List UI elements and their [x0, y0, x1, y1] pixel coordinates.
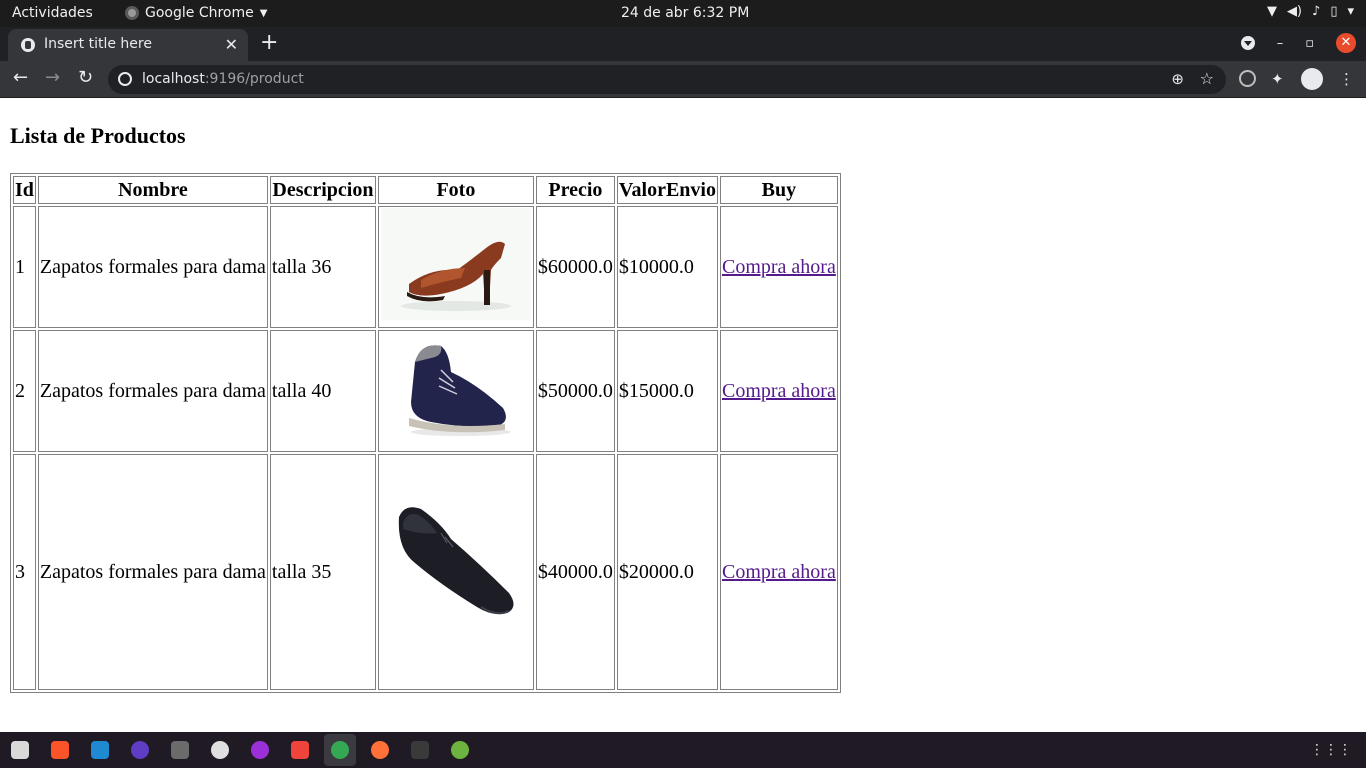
files-icon[interactable] — [11, 741, 29, 759]
products-table: Id Nombre Descripcion Foto Precio ValorE… — [10, 173, 841, 693]
app-menu[interactable]: Google Chrome ▼ — [125, 5, 267, 21]
show-apps-grid-icon[interactable]: ⋮⋮⋮ — [1310, 742, 1352, 758]
zoom-icon[interactable]: ⊕ — [1171, 70, 1184, 88]
system-tray[interactable]: ▼ ◀) ♪ ▯ ▾ — [1267, 4, 1354, 19]
cell-precio: $60000.0 — [535, 206, 615, 328]
clock[interactable]: 24 de abr 6:32 PM — [621, 5, 749, 21]
table-header-row: Id Nombre Descripcion Foto Precio ValorE… — [13, 176, 838, 204]
profile-avatar[interactable] — [1301, 68, 1323, 90]
wifi-icon: ▼ — [1266, 4, 1277, 19]
cell-buy: Compra ahora — [719, 454, 838, 690]
column-header-foto: Foto — [377, 176, 534, 204]
buy-now-link[interactable]: Compra ahora — [722, 561, 836, 583]
column-header-valorenvio: ValorEnvio — [616, 176, 718, 204]
product-photo-black-leather-boot — [380, 489, 532, 655]
page-content: Lista de Productos Id Nombre Descripcion… — [0, 99, 1366, 732]
browser-toolbar: ← → ↻ localhost:9196/product ⊕ ☆ ✦ ⋮ — [0, 61, 1366, 98]
brave-icon[interactable] — [51, 741, 69, 759]
table-row: 2 Zapatos formales para dama talla 40 $5… — [13, 330, 838, 452]
cell-valorenvio: $15000.0 — [616, 330, 718, 452]
column-header-nombre: Nombre — [37, 176, 268, 204]
cell-valorenvio: $10000.0 — [616, 206, 718, 328]
chrome-menu-icon[interactable]: ⋮ — [1339, 70, 1354, 88]
cell-valorenvio: $20000.0 — [616, 454, 718, 690]
extension-icon[interactable] — [1239, 70, 1256, 87]
back-button[interactable]: ← — [13, 68, 28, 88]
eclipse-icon[interactable] — [131, 741, 149, 759]
reload-button[interactable]: ↻ — [78, 68, 93, 88]
minimize-button[interactable]: – — [1277, 36, 1284, 51]
window-controls: – ▫ ✕ — [1240, 33, 1356, 53]
cell-foto — [377, 454, 534, 690]
cell-id: 3 — [13, 454, 36, 690]
cell-descripcion: talla 40 — [269, 330, 376, 452]
slack-icon[interactable] — [211, 741, 229, 759]
column-header-descripcion: Descripcion — [269, 176, 376, 204]
cell-foto — [377, 330, 534, 452]
app-menu-label: Google Chrome — [145, 5, 254, 21]
vscode-icon[interactable] — [91, 741, 109, 759]
address-bar[interactable]: localhost:9196/product ⊕ ☆ — [108, 65, 1226, 94]
cell-id: 1 — [13, 206, 36, 328]
column-header-buy: Buy — [719, 176, 838, 204]
activities-button[interactable]: Actividades — [12, 5, 93, 21]
chevron-down-icon: ▼ — [259, 7, 268, 19]
restore-button[interactable]: ▫ — [1305, 36, 1314, 51]
table-row: 3 Zapatos formales para dama talla 35 $4… — [13, 454, 838, 690]
volume-icon: ◀) — [1286, 4, 1303, 19]
cell-nombre: Zapatos formales para dama — [37, 206, 268, 328]
taskbar: ⋮⋮⋮ — [0, 732, 1366, 768]
gnome-top-bar: Actividades Google Chrome ▼ 24 de abr 6:… — [0, 0, 1366, 27]
close-window-button[interactable]: ✕ — [1336, 33, 1356, 53]
chrome-icon[interactable] — [331, 741, 349, 759]
tab-title: Insert title here — [44, 36, 152, 52]
phone-icon: ▯ — [1330, 4, 1338, 19]
buy-now-link[interactable]: Compra ahora — [722, 256, 836, 278]
cell-precio: $50000.0 — [535, 330, 615, 452]
bookmark-star-icon[interactable]: ☆ — [1200, 69, 1214, 88]
inkscape-icon[interactable] — [171, 741, 189, 759]
cell-id: 2 — [13, 330, 36, 452]
forward-button[interactable]: → — [45, 68, 60, 88]
tab-strip: Insert title here ✕ — [0, 27, 1366, 61]
tab-search-icon[interactable] — [1240, 36, 1255, 50]
spring-icon[interactable] — [451, 741, 469, 759]
new-tab-button[interactable]: + — [260, 32, 278, 54]
buy-now-link[interactable]: Compra ahora — [722, 380, 836, 402]
extensions-puzzle-icon[interactable]: ✦ — [1271, 70, 1284, 88]
anydesk-icon[interactable] — [291, 741, 309, 759]
chrome-icon — [125, 6, 139, 20]
page-favicon-icon — [21, 38, 35, 52]
column-header-id: Id — [13, 176, 36, 204]
product-photo-red-heel-sandal — [380, 208, 532, 326]
cell-foto — [377, 206, 534, 328]
close-tab-icon[interactable]: ✕ — [225, 35, 238, 54]
terminal-icon[interactable] — [411, 741, 429, 759]
site-info-icon[interactable] — [118, 72, 132, 86]
cell-buy: Compra ahora — [719, 330, 838, 452]
cell-nombre: Zapatos formales para dama — [37, 330, 268, 452]
firefox-icon[interactable] — [371, 741, 389, 759]
microphone-icon: ♪ — [1312, 4, 1321, 19]
url-path: :9196/product — [204, 71, 304, 87]
cell-descripcion: talla 35 — [269, 454, 376, 690]
cell-nombre: Zapatos formales para dama — [37, 454, 268, 690]
cell-descripcion: talla 36 — [269, 206, 376, 328]
column-header-precio: Precio — [535, 176, 615, 204]
url-host: localhost — [142, 71, 205, 87]
power-menu-icon: ▾ — [1347, 4, 1354, 19]
cell-buy: Compra ahora — [719, 206, 838, 328]
cell-precio: $40000.0 — [535, 454, 615, 690]
browser-tab[interactable]: Insert title here ✕ — [8, 29, 248, 61]
table-row: 1 Zapatos formales para dama talla 36 $6… — [13, 206, 838, 328]
firefox-dev-icon[interactable] — [251, 741, 269, 759]
product-photo-navy-suede-boot — [380, 332, 532, 450]
page-title: Lista de Productos — [10, 123, 186, 148]
url-text[interactable]: localhost:9196/product — [142, 71, 304, 87]
